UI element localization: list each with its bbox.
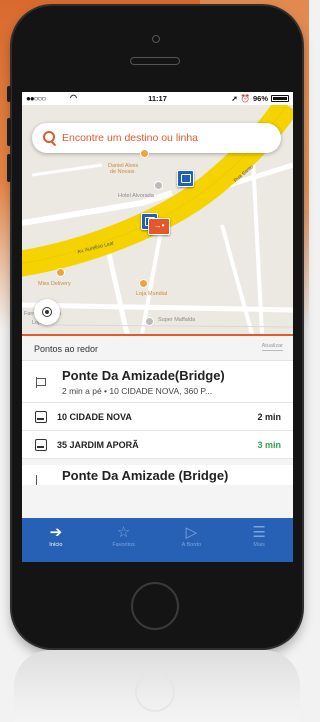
arrow-icon: ➔ xyxy=(49,524,63,541)
tab-label: A Bordo xyxy=(181,542,202,548)
stop-name: Ponte Da Amizade (Bridge) xyxy=(62,468,229,483)
nearby-stops-panel: Pontos ao redor Atualizar Ponte Da Amiza… xyxy=(22,336,293,518)
stop-flag-icon xyxy=(36,475,46,485)
nearby-header: Pontos ao redor Atualizar xyxy=(22,336,293,361)
route-name: 35 JARDIM APORÃ xyxy=(57,440,139,450)
tab-bar: ➔ Início ☆ Favoritos ▷ A Bordo ☰ Mais xyxy=(22,518,293,562)
bus-icon xyxy=(35,411,47,423)
stop-item[interactable]: Ponte Da Amizade (Bridge) xyxy=(22,465,293,485)
tab-label: Favoritos xyxy=(112,542,135,548)
route-row[interactable]: 10 CIDADE NOVA 2 min xyxy=(22,403,293,431)
map-label-loja-mundial: Loja Mundial xyxy=(136,291,168,297)
status-bar: ●●○○○ ◠ 11:17 ➚ ⏰ 96% xyxy=(22,92,293,105)
volume-down-button xyxy=(7,154,11,182)
home-button-reflection xyxy=(135,672,175,712)
tab-favoritos[interactable]: ☆ Favoritos xyxy=(90,518,158,562)
tab-a-bordo[interactable]: ▷ A Bordo xyxy=(158,518,226,562)
selected-stop-marker[interactable]: →• xyxy=(148,218,170,235)
tab-inicio[interactable]: ➔ Início xyxy=(22,518,90,562)
battery-icon xyxy=(271,95,289,102)
stop-flag-icon xyxy=(36,377,46,388)
stop-name: Ponte Da Amizade(Bridge) xyxy=(62,368,225,383)
stop-detail: 2 min a pé • 10 CIDADE NOVA, 360 P... xyxy=(62,386,213,396)
route-eta-live: 3 min xyxy=(257,440,281,450)
tab-label: Mais xyxy=(253,542,265,548)
earpiece-speaker xyxy=(130,57,180,65)
bus-stop-marker[interactable] xyxy=(177,170,194,187)
app-screen: ●●○○○ ◠ 11:17 ➚ ⏰ 96% Encontre um destin… xyxy=(22,92,293,562)
map-label-hotel: Hotel Alvorada xyxy=(118,193,154,199)
stop-item[interactable]: Ponte Da Amizade(Bridge) 2 min a pé • 10… xyxy=(22,361,293,403)
map-view[interactable]: Encontre um destino ou linha Daniel Alve… xyxy=(22,105,293,334)
route-eta: 2 min xyxy=(257,412,281,422)
my-location-button[interactable] xyxy=(34,299,60,325)
play-icon: ▷ xyxy=(185,524,198,541)
refresh-link[interactable]: Atualizar xyxy=(261,343,283,351)
search-bar[interactable]: Encontre um destino ou linha xyxy=(32,123,281,153)
alarm-icon: ⏰ xyxy=(240,94,250,103)
front-camera xyxy=(152,35,160,43)
battery-percent: 96% xyxy=(252,94,268,103)
nearby-title: Pontos ao redor xyxy=(34,344,99,354)
tab-label: Início xyxy=(49,542,63,548)
home-button[interactable] xyxy=(131,582,179,630)
poi-marker[interactable] xyxy=(139,279,148,288)
menu-icon: ☰ xyxy=(252,524,266,541)
map-label-super: Super Maffalda xyxy=(158,317,196,323)
route-name: 10 CIDADE NOVA xyxy=(57,412,132,422)
poi-marker[interactable] xyxy=(154,181,163,190)
poi-marker[interactable] xyxy=(140,149,149,158)
bus-icon xyxy=(35,439,47,451)
tab-mais[interactable]: ☰ Mais xyxy=(225,518,293,562)
poi-marker[interactable] xyxy=(145,317,154,326)
star-icon: ☆ xyxy=(116,524,131,541)
map-label-miss-delivery: Miss Delivery xyxy=(38,281,71,287)
map-label-place-line2: de Novais xyxy=(110,169,135,175)
route-row[interactable]: 35 JARDIM APORÃ 3 min xyxy=(22,431,293,459)
volume-up-button xyxy=(7,118,11,146)
mute-switch xyxy=(7,86,11,102)
search-icon xyxy=(42,130,58,146)
search-placeholder: Encontre um destino ou linha xyxy=(62,132,199,144)
poi-marker[interactable] xyxy=(56,268,65,277)
location-icon: ➚ xyxy=(231,94,238,103)
